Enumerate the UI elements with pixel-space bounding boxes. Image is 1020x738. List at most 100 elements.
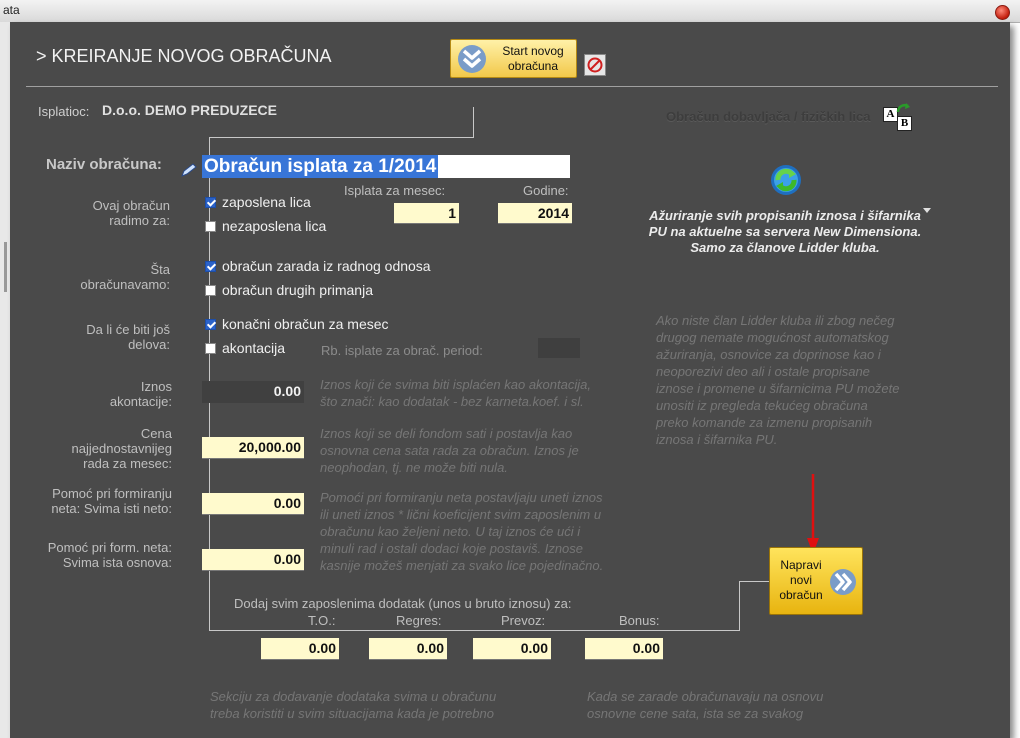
net-help-label-line2: neta: Svima isti neto: (51, 501, 172, 516)
price-hint-line2: osnovna cena sata rada za obračun. Iznos… (320, 443, 579, 458)
bottom-right-hint-line1: Kada se zarade obračunavaju na osnovu (587, 689, 824, 704)
price-input[interactable]: 20,000.00 (202, 437, 304, 459)
window-title: ata (3, 3, 20, 17)
connector-up (473, 107, 474, 138)
cancel-button[interactable] (584, 54, 606, 76)
net-help-hint: Pomoći pri formiranju neta postavljaju u… (320, 489, 603, 574)
price-label: Cena najjednostavnijeg rada za mesec: (20, 426, 172, 471)
price-hint-line3: neophodan, tj. ne može biti nula. (320, 460, 508, 475)
checkbox-konacni-label: konačni obračun za mesec (222, 316, 389, 332)
info-line1: Ako niste član Lidder kluba ili zbog neč… (656, 313, 895, 328)
info-line8: iznosa i šifarnika PU. (656, 432, 778, 447)
left-window-edge (0, 22, 10, 738)
window-titlebar: ata (0, 0, 1020, 23)
start-new-calc-button[interactable]: Start novog obračuna (450, 39, 577, 78)
checkbox-zaposlena-label: zaposlena lica (222, 194, 311, 210)
connector-right-up (739, 581, 740, 631)
swap-arrow-icon (896, 103, 910, 113)
refresh-update-icon[interactable] (769, 163, 803, 197)
scroll-tick (4, 242, 7, 292)
ab-swap-icon[interactable]: A B (883, 102, 913, 132)
year-label: Godine: (523, 183, 569, 198)
rb-input[interactable] (538, 338, 580, 358)
checkbox-akontacija-label: akontacija (222, 340, 286, 356)
start-button-line2: obračuna (507, 59, 559, 73)
info-hint: Ako niste član Lidder kluba ili zbog neč… (656, 312, 900, 448)
addon-to-label: T.O.: (308, 613, 336, 628)
checkbox-akontacija[interactable] (205, 343, 216, 354)
bottom-left-hint: Sekciju za dodavanje dodataka svima u ob… (210, 688, 496, 722)
info-line2: drugog nemate mogućnost automatskog (656, 330, 889, 345)
rb-label: Rb. isplate za obrač. period: (321, 343, 483, 358)
create-line1: Napravi (780, 558, 822, 572)
double-chevron-down-icon (458, 45, 486, 73)
who-label-line2: radimo za: (109, 213, 170, 228)
checkbox-druga-primanja[interactable] (205, 285, 216, 296)
red-arrow-icon (807, 474, 819, 554)
addon-bonus-input[interactable]: 0.00 (585, 638, 663, 660)
checkbox-konacni[interactable] (205, 319, 216, 330)
base-help-input[interactable]: 0.00 (202, 549, 304, 571)
base-help-label: Pomoć pri form. neta: Svima ista osnova: (20, 540, 172, 570)
month-label: Isplata za mesec: (344, 183, 446, 198)
create-line2: novi (789, 573, 812, 587)
addon-prevoz-input[interactable]: 0.00 (473, 638, 551, 660)
advance-input[interactable]: 0.00 (202, 381, 304, 403)
parts-label-line2: delova: (128, 337, 170, 352)
start-button-line1: Start novog (502, 44, 564, 58)
addon-to-input[interactable]: 0.00 (261, 638, 339, 660)
parts-label-line1: Da li će biti još (86, 322, 170, 337)
ab-icon-b: B (897, 116, 912, 131)
checkbox-nezaposlena[interactable] (205, 221, 216, 232)
checkbox-zarade[interactable] (205, 261, 216, 272)
connector-bottom (209, 630, 739, 631)
info-line5: iznose i promene u šifarnicima PU možete (656, 381, 900, 396)
net-help-hint-line2: ili uneti iznos * lični koeficijent svim… (320, 507, 602, 522)
addon-regres-input[interactable]: 0.00 (369, 638, 447, 660)
parts-label: Da li će biti još delova: (20, 322, 170, 352)
update-line2: PU na aktuelne sa servera New Dimensiona… (648, 224, 922, 239)
pencil-icon (181, 163, 197, 177)
create-new-calc-button[interactable]: Napravi novi obračun (769, 547, 863, 615)
net-help-input[interactable]: 0.00 (202, 493, 304, 515)
advance-label-line1: Iznos (140, 379, 172, 394)
net-help-hint-line4: minuli rad i ostali dodaci koje postaviš… (320, 541, 584, 556)
name-input-value: Obračun isplata za 1/2014 (202, 155, 439, 178)
name-input[interactable]: Obračun isplata za 1/2014 (202, 155, 570, 178)
advance-hint: Iznos koji će svima biti isplaćen kao ak… (320, 376, 591, 410)
update-line3: Samo za članove Lidder kluba. (690, 240, 880, 255)
bottom-left-hint-line2: treba koristiti u svim situacijama kada … (210, 706, 494, 721)
connector-top (209, 137, 474, 138)
name-label: Naziv obračuna: (46, 156, 162, 173)
net-help-label: Pomoć pri formiranju neta: Svima isti ne… (20, 486, 172, 516)
year-input[interactable]: 2014 (498, 203, 572, 224)
bottom-right-hint-line2: osnovne cene sata, ista se za svakog (587, 706, 804, 721)
connector-right (739, 581, 770, 582)
what-label: Šta obračunavamo: (20, 262, 170, 292)
advance-hint-line1: Iznos koji će svima biti isplaćen kao ak… (320, 377, 591, 392)
close-icon[interactable] (995, 5, 1010, 20)
price-label-line3: rada za mesec: (83, 456, 172, 471)
main-panel: > KREIRANJE NOVOG OBRAČUNA Start novog o… (10, 22, 1010, 738)
base-help-label-line2: Svima ista osnova: (62, 555, 172, 570)
price-label-line1: Cena (140, 426, 172, 441)
who-label-line1: Ovaj obračun (92, 198, 170, 213)
dropdown-arrow-icon[interactable] (923, 208, 931, 214)
update-text: Ažuriranje svih propisanih iznosa i šifa… (640, 208, 930, 256)
info-line6: unositi iz pregleda tekućeg obračuna (656, 398, 868, 413)
base-help-label-line1: Pomoć pri form. neta: (47, 540, 172, 555)
info-line7: preko komande za izmenu propisanih (656, 415, 873, 430)
supplier-calc-label[interactable]: Obračun dobavljača / fizičkih lica (666, 109, 870, 124)
checkbox-zaposlena[interactable] (205, 197, 216, 208)
advance-label: Iznos akontacije: (20, 379, 172, 409)
payer-value: D.o.o. DEMO PREDUZECE (102, 102, 278, 118)
advance-label-line2: akontacije: (109, 394, 172, 409)
who-label: Ovaj obračun radimo za: (20, 198, 170, 228)
checkbox-druga-primanja-label: obračun drugih primanja (222, 282, 373, 298)
month-input[interactable]: 1 (394, 203, 459, 224)
net-help-hint-line3: obračunu kao željeni neto. U taj iznos ć… (320, 524, 581, 539)
checkbox-nezaposlena-label: nezaposlena lica (222, 218, 327, 234)
info-line3: ažuriranja, osnovice za doprinose kao i (656, 347, 881, 362)
no-entry-icon (587, 57, 603, 73)
checkbox-zarade-label: obračun zarada iz radnog odnosa (222, 258, 431, 274)
